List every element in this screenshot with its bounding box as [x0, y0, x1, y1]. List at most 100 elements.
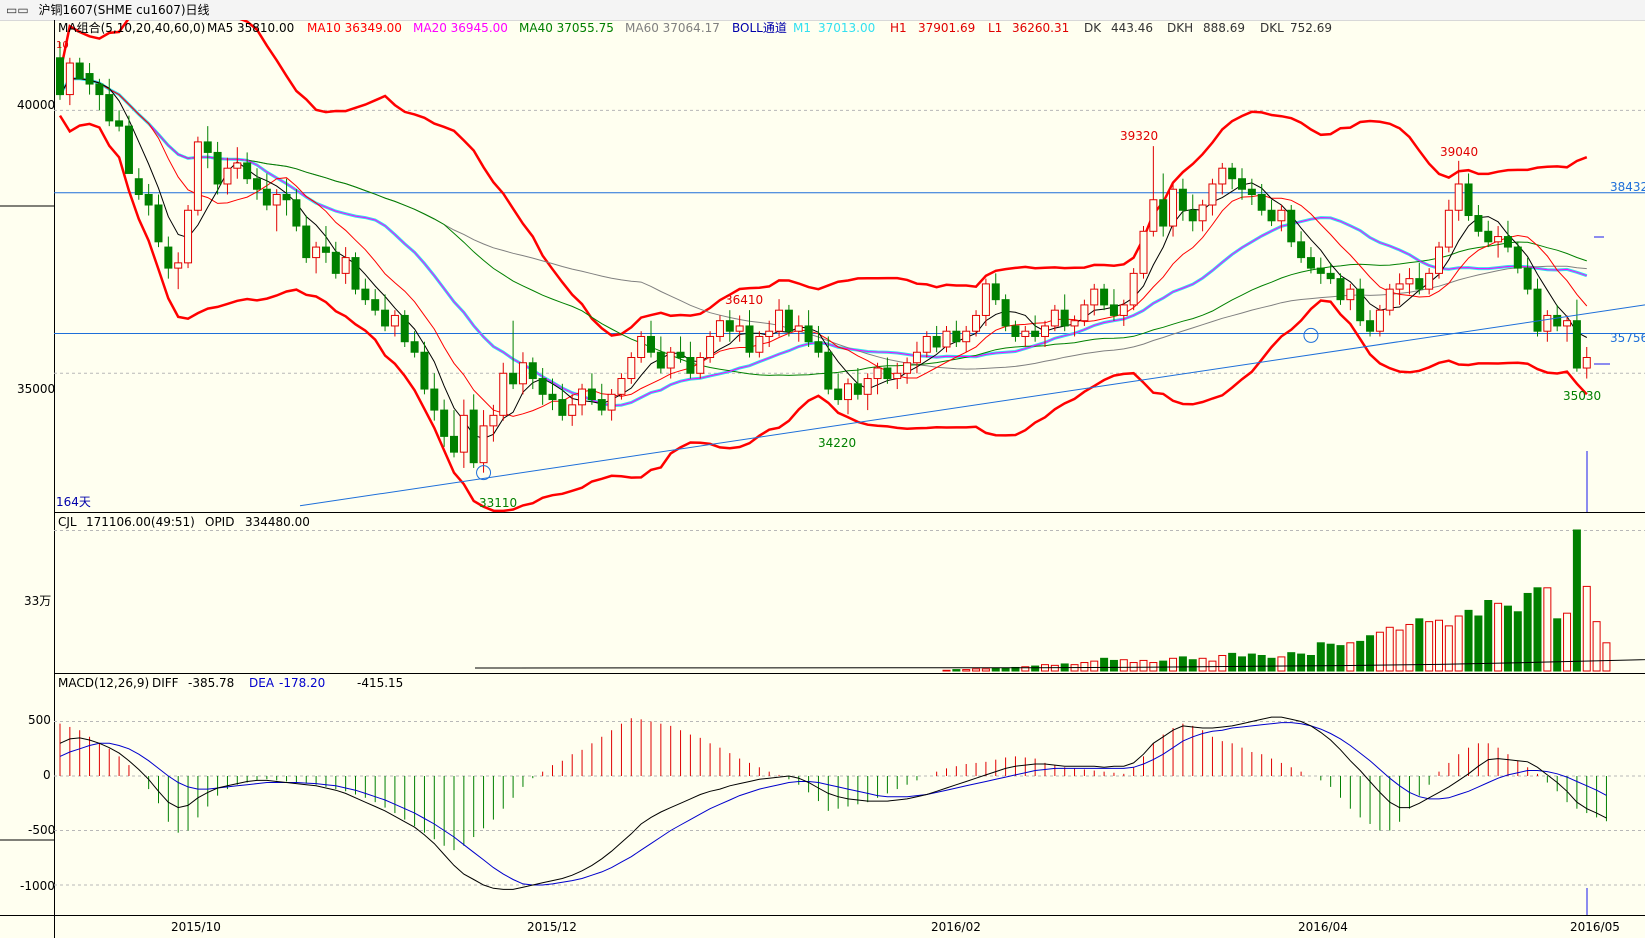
start-marker: 10 [56, 40, 69, 51]
window-title: 沪铜1607(SHME cu1607)日线 [38, 3, 210, 17]
x-axis-label: 2016/04 [1298, 920, 1348, 934]
volume-bar [1238, 656, 1246, 672]
boll-m1-label: M1 [793, 21, 811, 35]
volume-bar [1188, 659, 1197, 672]
candle-body [361, 288, 370, 301]
candle-body [1326, 272, 1335, 280]
annotation-low-33110: 33110 [479, 496, 517, 510]
volume-bar [1109, 659, 1118, 672]
candle-body [213, 151, 222, 185]
volume-bars [942, 529, 1611, 672]
boll-label: BOLL通道 [732, 21, 787, 35]
volume-bar [1572, 529, 1581, 672]
candle-body [755, 335, 764, 353]
candle-body [1454, 183, 1463, 211]
volume-tick-label: 33万 [24, 594, 51, 608]
volume-bar [1316, 642, 1325, 672]
volume-bar [991, 667, 1000, 672]
volume-bar [1553, 618, 1562, 672]
volume-bar [1139, 659, 1148, 672]
x-axis-label: 2016/05 [1570, 920, 1620, 934]
candle-body [1435, 246, 1443, 274]
candle-body [637, 335, 646, 359]
candle-body [469, 409, 478, 464]
ma5-value: MA5 35810.00 [207, 21, 294, 35]
candle-body [568, 404, 577, 416]
price-tick-label: 40000 [17, 98, 55, 112]
candle-body [1238, 178, 1246, 190]
candle-body [981, 283, 990, 316]
annotation-high-39320: 39320 [1120, 129, 1158, 143]
macd-lines [59, 716, 1607, 890]
dkl-label: DKL [1260, 21, 1284, 35]
candle-body [883, 367, 892, 380]
candle-body [1267, 209, 1276, 222]
low-marker-circle [1303, 327, 1319, 343]
candle-body [272, 193, 281, 206]
ma10-line [59, 78, 1588, 417]
candle-body [853, 383, 862, 395]
ma40-value: MA40 37055.75 [519, 21, 614, 35]
candle-body [1247, 188, 1256, 195]
volume-bar [1385, 626, 1394, 672]
candle-body [115, 120, 124, 127]
title-bar: ▭▭ 沪铜1607(SHME cu1607)日线 [0, 0, 1645, 21]
candle-body [1149, 199, 1158, 232]
candle-body [706, 335, 715, 359]
volume-bar [1159, 660, 1168, 672]
ma5-line [59, 78, 1588, 440]
volume-bar [1494, 602, 1503, 672]
volume-bar [1454, 615, 1463, 672]
chart-area[interactable]: 40000 35000 33万 500 0 -500 -1000 2015/10… [0, 20, 1645, 938]
candle-body [922, 335, 931, 353]
window-icon[interactable]: ▭▭ [6, 0, 29, 20]
candle-body [1031, 330, 1040, 337]
candle-body [627, 357, 636, 380]
volume-bar [1523, 592, 1532, 672]
volume-bar [1563, 612, 1572, 672]
candle-body [1425, 272, 1434, 290]
volume-bar [1080, 662, 1089, 672]
candle-body [1336, 278, 1345, 301]
candle-body [282, 193, 291, 201]
volume-bar [1484, 600, 1493, 672]
candle-body [1356, 288, 1365, 322]
volume-bar [981, 668, 990, 672]
candle-body [1582, 357, 1591, 369]
volume-bar [1031, 665, 1040, 672]
candle-body [65, 62, 74, 96]
candle-body [1228, 167, 1237, 180]
volume-bar [1257, 654, 1266, 672]
cjl-label: CJL [58, 515, 77, 529]
moving-average-lines [59, 78, 1588, 440]
volume-bar [942, 669, 951, 672]
candle-body [824, 351, 833, 390]
boll-l1-value: 36260.31 [1012, 21, 1069, 35]
candle-body [351, 257, 360, 290]
candle-body [715, 320, 724, 337]
candle-body [341, 257, 350, 274]
candle-body [410, 341, 419, 353]
candle-body [1129, 272, 1138, 306]
candle-body [203, 141, 212, 153]
candle-body [1119, 304, 1128, 316]
volume-bar [1208, 660, 1217, 672]
volume-bar [1218, 654, 1227, 672]
candle-body [243, 162, 252, 180]
volume-bar [1435, 619, 1443, 672]
candle-body [262, 188, 271, 206]
candle-body [459, 414, 468, 453]
volume-bar [1198, 657, 1207, 672]
macd-tick-label: -500 [28, 823, 55, 837]
macd-diff-line [59, 716, 1607, 890]
candle-body [1503, 236, 1512, 248]
candle-body [1405, 278, 1414, 285]
candle-body [499, 372, 508, 416]
candle-body [794, 325, 803, 332]
candle-body [1316, 267, 1325, 274]
candle-body [518, 362, 527, 385]
candle-body [253, 178, 261, 190]
candle-body [450, 435, 458, 453]
candle-body [1188, 209, 1197, 222]
macd-dea-line [59, 722, 1607, 886]
